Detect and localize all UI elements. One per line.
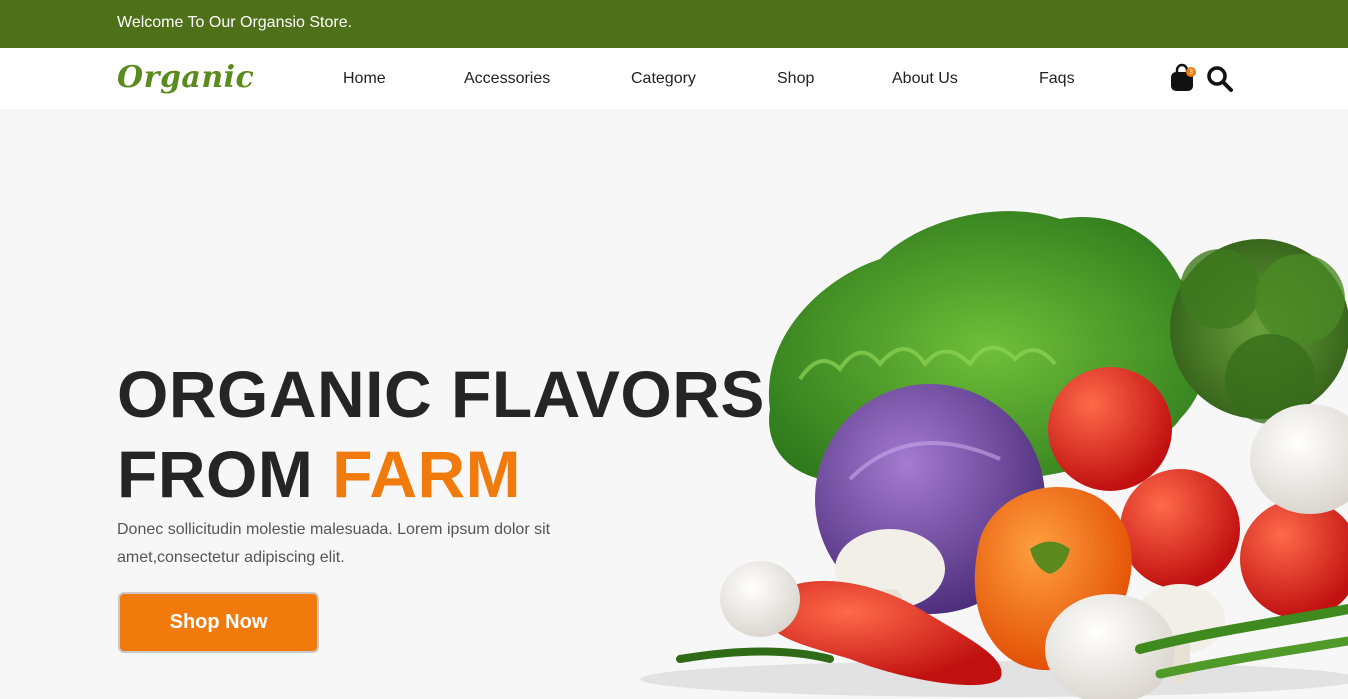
welcome-text: Welcome To Our Organsio Store. (117, 14, 353, 31)
top-announcement-bar: Welcome To Our Organsio Store. (0, 0, 1348, 48)
search-icon (1207, 66, 1233, 92)
hero-section: ORGANIC FLAVORS FROM FARM Donec sollicit… (0, 109, 1348, 699)
shop-now-button[interactable]: Shop Now (118, 592, 319, 653)
cart-count-badge: 3 (1186, 67, 1196, 77)
site-logo[interactable]: Organic (117, 60, 254, 95)
nav-item-category[interactable]: Category (631, 70, 696, 88)
vegetables-image (640, 211, 1348, 699)
nav-item-about-us[interactable]: About Us (892, 70, 958, 88)
nav-item-faqs[interactable]: Faqs (1039, 70, 1075, 88)
main-navbar: Organic Home Accessories Category Shop A… (0, 48, 1348, 109)
hero-description: Donec sollicitudin molestie malesuada. L… (117, 521, 551, 566)
hero-title-prefix: FROM (117, 437, 333, 511)
nav-item-home[interactable]: Home (343, 70, 386, 88)
search-button[interactable] (1206, 65, 1234, 93)
cart-button[interactable]: 3 (1170, 63, 1196, 93)
nav-item-shop[interactable]: Shop (777, 70, 814, 88)
hero-title-accent: FARM (332, 437, 522, 511)
nav-item-accessories[interactable]: Accessories (464, 70, 550, 88)
